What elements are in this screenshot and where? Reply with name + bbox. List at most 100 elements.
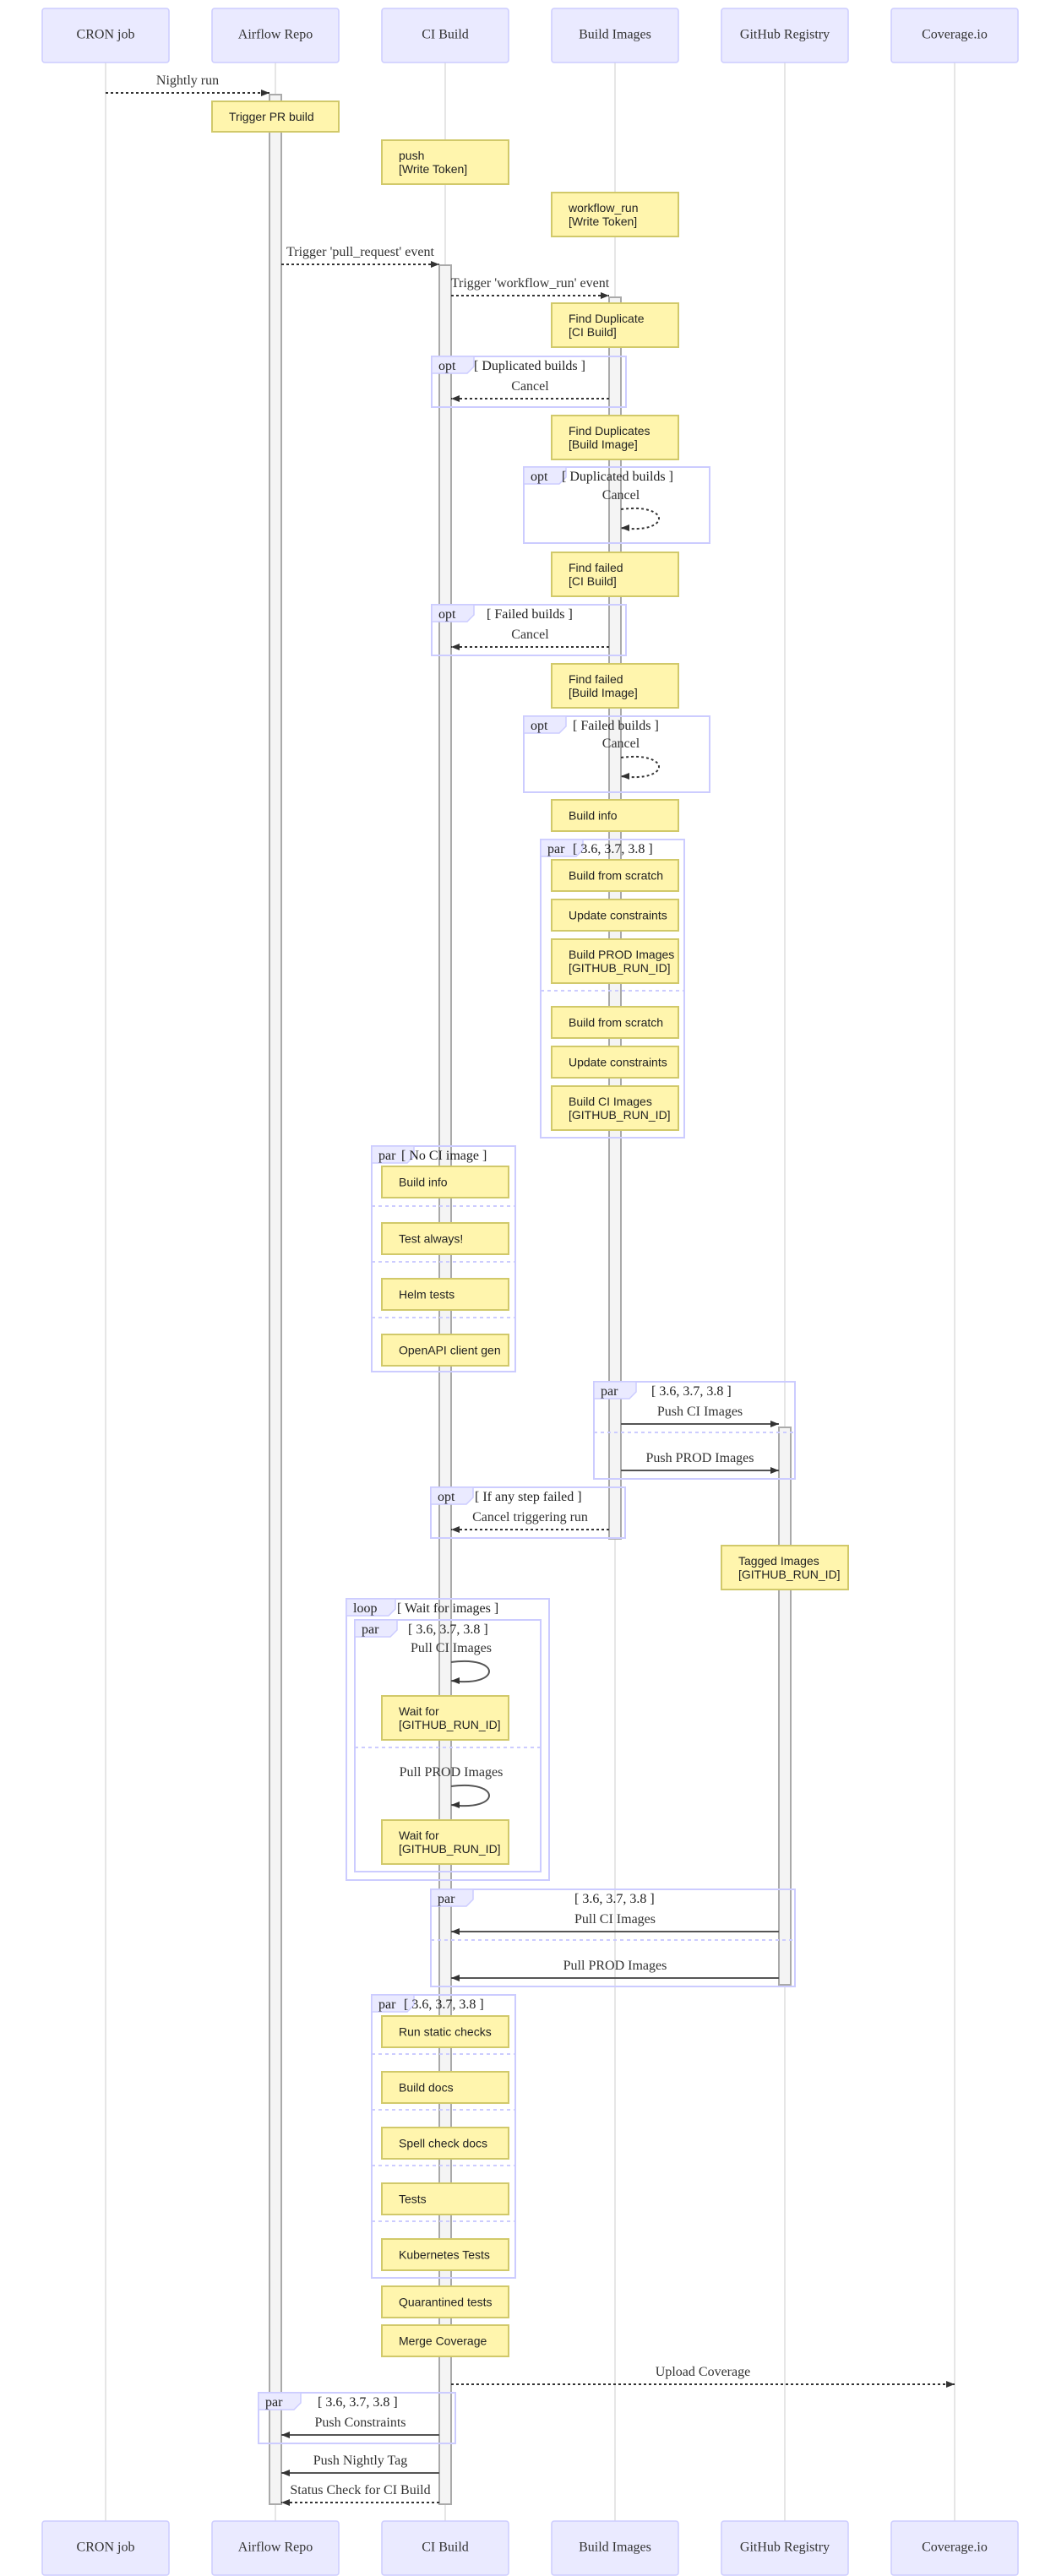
activation-bar: [778, 1427, 792, 1986]
participant-github-registry-bottom[interactable]: GitHub Registry: [721, 2520, 849, 2576]
message-label: Push PROD Images: [645, 1451, 754, 1465]
note-text: [CI Build]: [569, 574, 617, 588]
note-text: Wait for: [399, 1704, 439, 1718]
note-build-from-scratch: Build from scratch: [551, 1006, 679, 1039]
frame-condition: [ 3.6, 3.7, 3.8 ]: [573, 842, 653, 856]
participant-airflow-repo-top[interactable]: Airflow Repo: [211, 8, 340, 63]
arrowhead: [451, 395, 460, 402]
note-merge-coverage: Merge Coverage: [381, 2324, 509, 2357]
arrowhead: [770, 1467, 779, 1474]
note-text: Update constraints: [569, 909, 667, 922]
note-text: Find failed: [569, 672, 623, 686]
note-find-failed-image: Find failed[Build Image]: [551, 663, 679, 709]
note-tagged-images: Tagged Images[GITHUB_RUN_ID]: [721, 1545, 849, 1590]
arrowhead: [451, 1975, 460, 1981]
message-label: Cancel: [511, 379, 549, 394]
sequence-diagram: opt [ Duplicated builds ] opt [ Duplicated …: [41, 8, 1019, 2576]
note-build-info: Build info: [381, 1166, 509, 1198]
message-label: Push Nightly Tag: [313, 2454, 407, 2468]
frame-condition: [ 3.6, 3.7, 3.8 ]: [574, 1892, 655, 1906]
note-text: [GITHUB_RUN_ID]: [399, 1842, 501, 1856]
note-tests: Tests: [381, 2182, 509, 2215]
note-text: Kubernetes Tests: [399, 2248, 490, 2262]
message-push-nightly-tag: Push Nightly Tag: [281, 2454, 439, 2474]
participant-cron-job-bottom[interactable]: CRON job: [41, 2520, 170, 2576]
message-cancel-triggering-run: Cancel triggering run: [451, 1510, 609, 1530]
frame-condition: [ Wait for images ]: [397, 1601, 498, 1616]
note-text: [Write Token]: [399, 162, 467, 176]
arrowhead: [451, 1677, 460, 1684]
note-text: Build docs: [399, 2081, 454, 2095]
note-text: Helm tests: [399, 1288, 455, 1302]
message-cancel: Cancel: [451, 628, 609, 648]
participant-label: Coverage.io: [922, 28, 988, 42]
participant-ci-build-top[interactable]: CI Build: [381, 8, 509, 63]
participant-coverage-io-top[interactable]: Coverage.io: [890, 8, 1019, 63]
note-text: Wait for: [399, 1829, 439, 1842]
frame-condition: [ Duplicated builds ]: [562, 470, 673, 484]
arrowhead: [451, 1928, 460, 1935]
participant-label: Build Images: [579, 2541, 651, 2555]
message-label: Pull CI Images: [574, 1912, 656, 1927]
note-build-from-scratch: Build from scratch: [551, 859, 679, 892]
frame-keyword: par: [378, 1149, 396, 1163]
participant-label: GitHub Registry: [740, 2541, 830, 2555]
frame-condition: [ 3.6, 3.7, 3.8 ]: [408, 1622, 488, 1637]
note-text: Find failed: [569, 561, 623, 574]
note-text: push: [399, 149, 424, 162]
note-wait-for: Wait for[GITHUB_RUN_ID]: [381, 1695, 509, 1741]
message-label: Trigger 'workflow_run' event: [451, 276, 610, 291]
note-text: [GITHUB_RUN_ID]: [738, 1568, 841, 1581]
message-push-prod-images: Push PROD Images: [621, 1451, 779, 1471]
participant-cron-job-top[interactable]: CRON job: [41, 8, 170, 63]
participant-label: CRON job: [77, 2541, 135, 2555]
participant-build-images-top[interactable]: Build Images: [551, 8, 679, 63]
message-label: Nightly run: [156, 73, 219, 88]
note-build-ci-images: Build CI Images[GITHUB_RUN_ID]: [551, 1085, 679, 1131]
note-find-failed-ci: Find failed[CI Build]: [551, 552, 679, 597]
arrowhead: [451, 1526, 460, 1533]
message-nightly-run: Nightly run: [106, 73, 269, 94]
frame-condition: [ Failed builds ]: [573, 719, 659, 733]
message-trigger-workflow: Trigger 'workflow_run' event: [451, 276, 610, 296]
participant-airflow-repo-bottom[interactable]: Airflow Repo: [211, 2520, 340, 2576]
participant-github-registry-top[interactable]: GitHub Registry: [721, 8, 849, 63]
note-helm-tests: Helm tests: [381, 1278, 509, 1311]
message-label: Push CI Images: [657, 1405, 743, 1419]
message-label: Status Check for CI Build: [290, 2483, 430, 2497]
message-trigger-pr: Trigger 'pull_request' event: [281, 245, 439, 265]
participant-label: Build Images: [579, 28, 651, 42]
participant-ci-build-bottom[interactable]: CI Build: [381, 2520, 509, 2576]
frame-keyword: opt: [438, 359, 456, 373]
participant-label: GitHub Registry: [740, 28, 830, 42]
participant-build-images-bottom[interactable]: Build Images: [551, 2520, 679, 2576]
participant-coverage-io-bottom[interactable]: Coverage.io: [890, 2520, 1019, 2576]
frame-keyword: par: [265, 2395, 283, 2410]
participant-label: Airflow Repo: [238, 28, 313, 42]
participant-label: Airflow Repo: [238, 2541, 313, 2555]
note-text: Build info: [569, 809, 618, 823]
note-wait-for: Wait for[GITHUB_RUN_ID]: [381, 1819, 509, 1865]
arrowhead: [946, 2381, 955, 2388]
note-build-prod-images: Build PROD Images[GITHUB_RUN_ID]: [551, 938, 679, 984]
note-text: [Build Image]: [569, 437, 638, 451]
participant-label: CI Build: [422, 28, 469, 42]
note-test-always: Test always!: [381, 1222, 509, 1255]
frame-keyword: loop: [353, 1601, 377, 1616]
frame-condition: [ If any step failed ]: [475, 1490, 582, 1504]
arrowhead: [261, 90, 269, 96]
note-text: Trigger PR build: [229, 110, 314, 123]
note-text: Run static checks: [399, 2025, 492, 2039]
note-update-constraints: Update constraints: [551, 899, 679, 932]
message-label: Pull CI Images: [411, 1641, 492, 1655]
note-build-docs: Build docs: [381, 2071, 509, 2104]
arrowhead: [770, 1421, 779, 1427]
arrowhead: [451, 1802, 460, 1808]
note-trigger-pr-build: Trigger PR build: [211, 101, 340, 133]
message-cancel: Cancel: [451, 379, 609, 399]
message-label: Cancel: [511, 628, 549, 642]
frame-keyword: par: [547, 842, 565, 856]
message-label: Pull PROD Images: [400, 1765, 504, 1780]
note-text: [CI Build]: [569, 325, 617, 339]
frame-keyword: par: [378, 1997, 396, 2012]
